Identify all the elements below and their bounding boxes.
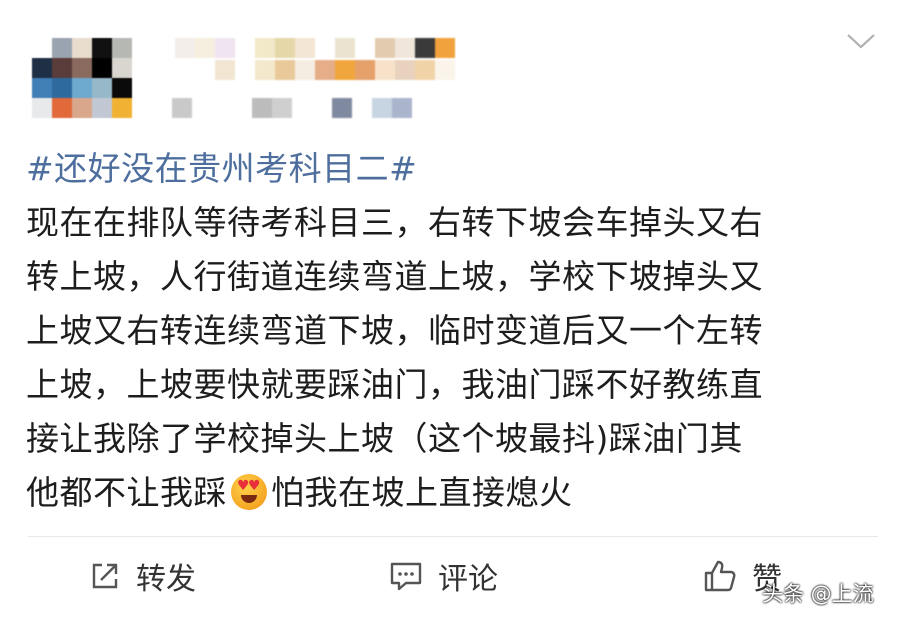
post-meta-blurred [172, 98, 412, 120]
thumbs-up-icon [702, 558, 738, 594]
comment-button[interactable]: 评论 [388, 548, 498, 604]
post-line-before-emoji: 他都不让我踩 [26, 473, 227, 512]
comment-icon [388, 559, 424, 593]
post-content: #还好没在贵州考科目二# 现在在排队等待考科目三，右转下坡会车掉头又右 转上坡，… [26, 142, 876, 520]
post-line: 上坡又右转连续弯道下坡，临时变道后又一个左转 [26, 311, 763, 350]
comment-label: 评论 [438, 562, 498, 597]
watermark: 头条 @上流 [762, 582, 874, 606]
post-line-last: 他都不让我踩 怕我在坡上直接熄火 [26, 466, 876, 520]
username-blurred-row2 [175, 60, 475, 102]
topic-hashtag[interactable]: #还好没在贵州考科目二# [26, 142, 876, 196]
chevron-down-icon[interactable] [843, 28, 879, 54]
post-line-after-emoji: 怕我在坡上直接熄火 [271, 473, 573, 512]
repost-button[interactable]: 转发 [88, 548, 196, 604]
post-header [0, 0, 900, 130]
heart-eyes-emoji-icon [231, 474, 267, 510]
post-line: 现在在排队等待考科目三，右转下坡会车掉头又右 [26, 203, 763, 242]
post-line: 接让我除了学校掉头上坡（这个坡最抖)踩油门其 [26, 419, 743, 458]
share-icon [88, 559, 122, 593]
divider [28, 536, 878, 537]
repost-label: 转发 [136, 562, 196, 597]
post-line: 上坡，上坡要快就要踩油门，我油门踩不好教练直 [26, 365, 763, 404]
post-line: 转上坡，人行街道连续弯道上坡，学校下坡掉头又 [26, 257, 763, 296]
avatar[interactable] [32, 38, 132, 120]
